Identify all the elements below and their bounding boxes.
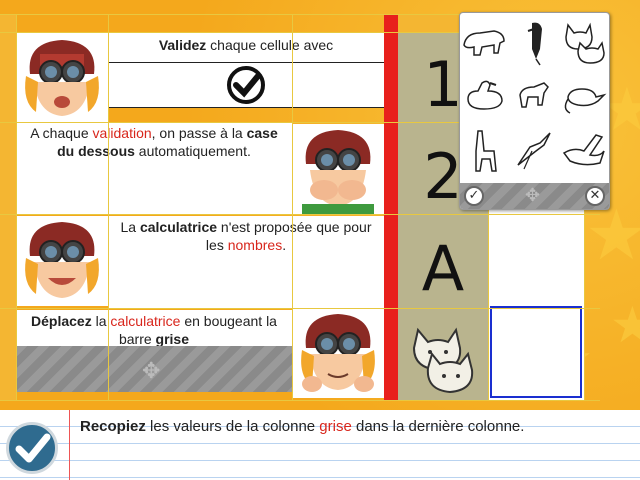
avatar-girl-smiling bbox=[16, 32, 108, 122]
avatar-girl-peace-sign bbox=[292, 308, 384, 398]
cats-icon[interactable] bbox=[560, 15, 608, 67]
text-bold: Déplacez bbox=[31, 313, 92, 329]
text: , on passe à la bbox=[151, 125, 247, 141]
llama-icon[interactable] bbox=[460, 125, 508, 177]
goat-icon[interactable] bbox=[510, 69, 558, 121]
notebook-margin-line bbox=[69, 410, 70, 480]
text: La bbox=[120, 219, 140, 235]
grid-line bbox=[16, 14, 17, 400]
popup-drag-bar[interactable]: ✓ ✥ ✕ bbox=[460, 183, 609, 209]
instruction-bold: Validez bbox=[158, 37, 207, 53]
instruction-row3: La calculatrice n'est proposée que pour … bbox=[108, 216, 384, 308]
text-red: validation bbox=[92, 125, 152, 141]
text: les valeurs de la colonne bbox=[145, 418, 320, 435]
check-icon bbox=[15, 433, 51, 463]
animal-grid bbox=[460, 13, 609, 183]
instruction-row1: Validez chaque cellule avec bbox=[108, 32, 384, 62]
text-bold: Recopiez bbox=[80, 418, 146, 435]
move-icon: ✥ bbox=[525, 185, 541, 205]
text-red: nombres bbox=[227, 237, 283, 253]
main-instruction: Recopiez les valeurs de la colonne grise… bbox=[80, 418, 524, 435]
value-cell-3: A bbox=[421, 232, 465, 305]
text-red: grise bbox=[319, 418, 352, 435]
rat-icon[interactable] bbox=[560, 69, 608, 121]
confirm-check-icon[interactable]: ✓ bbox=[464, 186, 484, 206]
instruction-text: chaque cellule avec bbox=[206, 37, 334, 53]
polar-bear-icon[interactable] bbox=[460, 15, 508, 67]
validate-button[interactable] bbox=[6, 422, 58, 474]
grid-line bbox=[0, 308, 600, 309]
calculator-drag-bar-demo: ✥ bbox=[16, 346, 292, 392]
text: A chaque bbox=[30, 125, 93, 141]
answer-cell-active[interactable] bbox=[490, 306, 582, 398]
check-icon bbox=[227, 66, 265, 104]
cats-image-cell bbox=[404, 318, 484, 398]
gutter bbox=[0, 14, 16, 400]
red-separator bbox=[384, 14, 398, 400]
text: . bbox=[282, 237, 287, 253]
swan-icon[interactable] bbox=[560, 125, 608, 177]
instruction-row2: A chaque validation, on passe à la case … bbox=[16, 122, 292, 214]
text: dans la dernière colonne. bbox=[351, 418, 525, 435]
text-bold: grise bbox=[155, 331, 190, 347]
validate-check-cell bbox=[108, 62, 384, 108]
move-icon: ✥ bbox=[142, 358, 161, 383]
grid-line bbox=[0, 214, 600, 215]
grid-line bbox=[108, 14, 109, 400]
grid-line bbox=[0, 400, 600, 401]
bird-icon[interactable] bbox=[510, 15, 558, 67]
avatar-girl-covering-eyes bbox=[292, 124, 384, 214]
text-red: calculatrice bbox=[110, 313, 181, 329]
avatar-girl-laughing bbox=[16, 216, 108, 306]
grid-line bbox=[292, 14, 293, 400]
image-chooser-popup[interactable]: ✓ ✥ ✕ bbox=[459, 12, 610, 210]
text-bold: calculatrice bbox=[139, 219, 218, 235]
star-decoration: ★ bbox=[610, 296, 640, 354]
instruction-row4: Déplacez la calculatrice en bougeant la … bbox=[16, 310, 292, 347]
text: automatiquement. bbox=[134, 143, 251, 159]
close-icon[interactable]: ✕ bbox=[585, 186, 605, 206]
duck-icon[interactable] bbox=[460, 69, 508, 121]
crane-icon[interactable] bbox=[510, 125, 558, 177]
